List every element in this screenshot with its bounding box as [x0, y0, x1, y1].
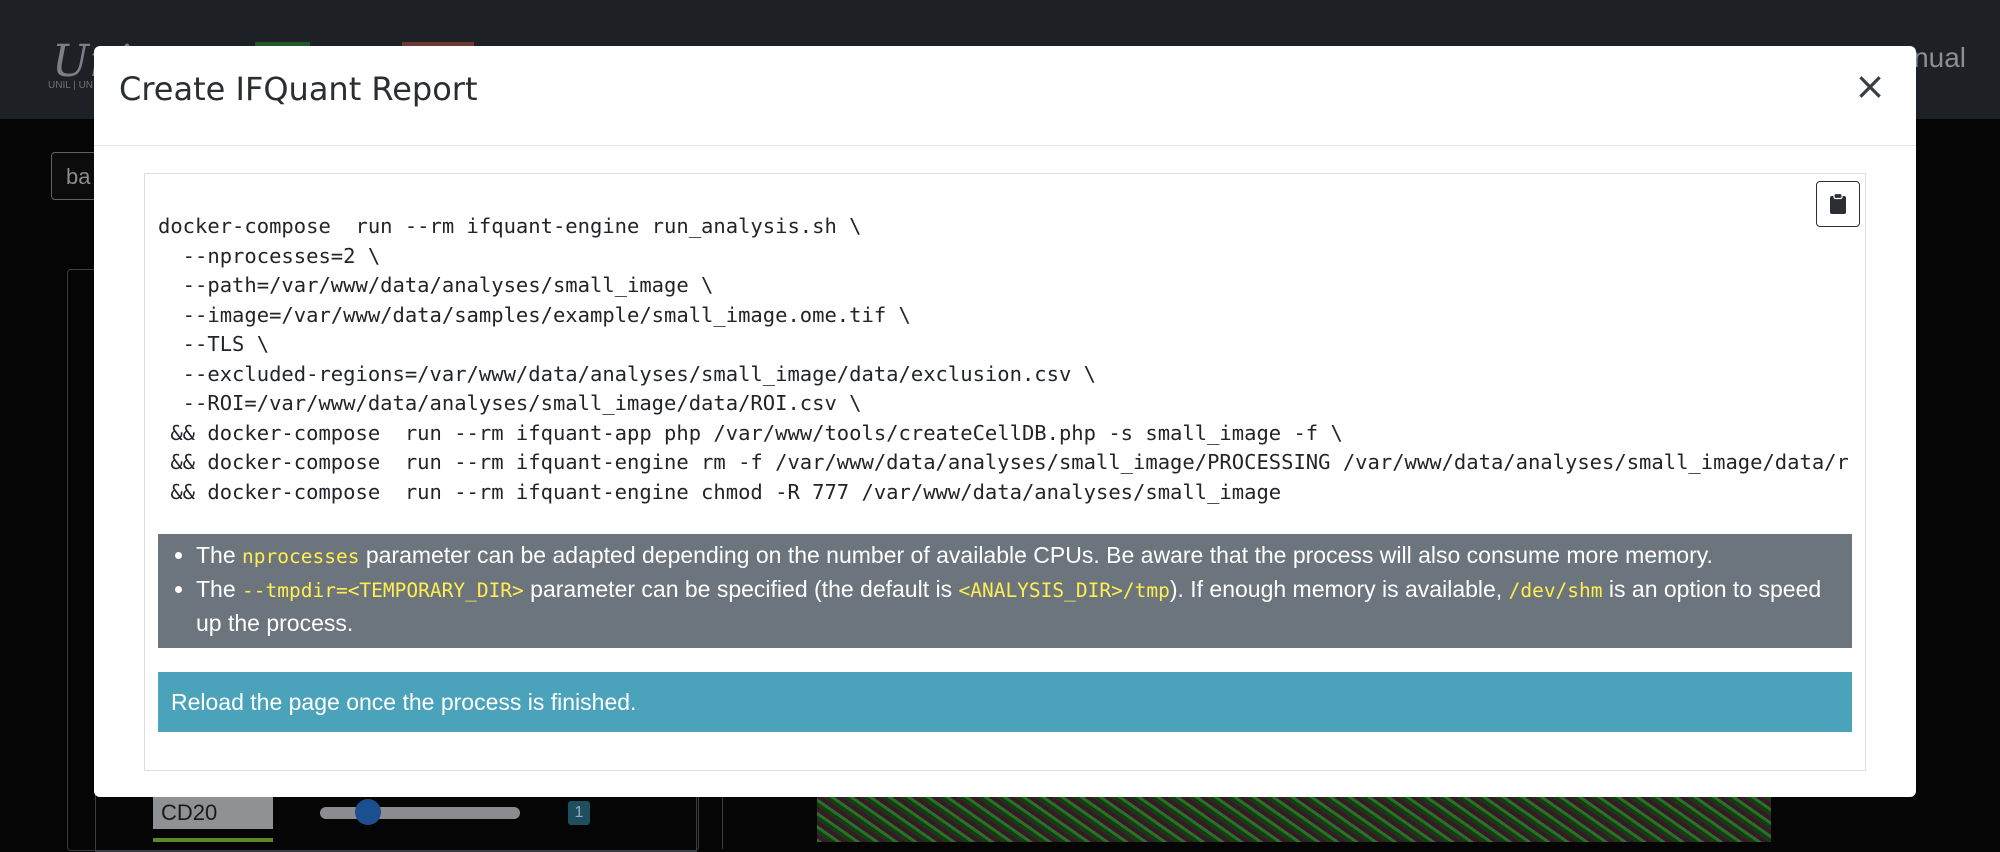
command-code-block[interactable]: docker-compose run --rm ifquant-engine r…: [158, 212, 1848, 512]
command-line: --TLS \: [158, 332, 270, 356]
command-line: --ROI=/var/www/data/analyses/small_image…: [158, 391, 862, 415]
command-line: docker-compose run --rm ifquant-engine r…: [158, 214, 862, 238]
unil-logo-caption: UNIL | UN: [48, 80, 94, 91]
command-line: && docker-compose run --rm ifquant-engin…: [158, 479, 1282, 504]
note-nprocesses: The nprocesses parameter can be adapted …: [196, 539, 1840, 573]
command-line: --image=/var/www/data/samples/example/sm…: [158, 302, 911, 327]
slider-thumb[interactable]: [355, 799, 381, 825]
marker-intensity-slider[interactable]: [320, 807, 520, 819]
close-icon[interactable]: ×: [1850, 66, 1890, 106]
modal-title: Create IFQuant Report: [119, 70, 478, 108]
marker-label: CD20: [153, 797, 273, 829]
command-line: && docker-compose run --rm ifquant-engin…: [158, 450, 1848, 474]
param-code: <ANALYSIS_DIR>/tmp: [958, 579, 1170, 602]
param-code: nprocesses: [242, 545, 360, 568]
marker-color-strip: [153, 838, 273, 842]
modal-header: Create IFQuant Report ×: [94, 46, 1916, 146]
note-tmpdir: The --tmpdir=<TEMPORARY_DIR> parameter c…: [196, 573, 1840, 640]
tissue-image: [817, 795, 1771, 842]
param-code: /dev/shm: [1508, 579, 1603, 602]
command-line: --nprocesses=2 \: [158, 243, 381, 268]
command-line: && docker-compose run --rm ifquant-app p…: [158, 420, 1343, 445]
nav-link-manual[interactable]: nual: [1913, 42, 1966, 74]
command-line: --path=/var/www/data/analyses/small_imag…: [158, 273, 714, 297]
marker-badge: 1: [568, 801, 590, 825]
create-report-modal: Create IFQuant Report × docker-compose r…: [94, 46, 1916, 797]
reload-info-alert: Reload the page once the process is fini…: [158, 672, 1852, 732]
command-line: --excluded-regions=/var/www/data/analyse…: [158, 361, 1096, 386]
notes-box: The nprocesses parameter can be adapted …: [158, 534, 1852, 648]
param-code: --tmpdir=<TEMPORARY_DIR>: [242, 579, 524, 602]
modal-body: docker-compose run --rm ifquant-engine r…: [144, 173, 1866, 771]
